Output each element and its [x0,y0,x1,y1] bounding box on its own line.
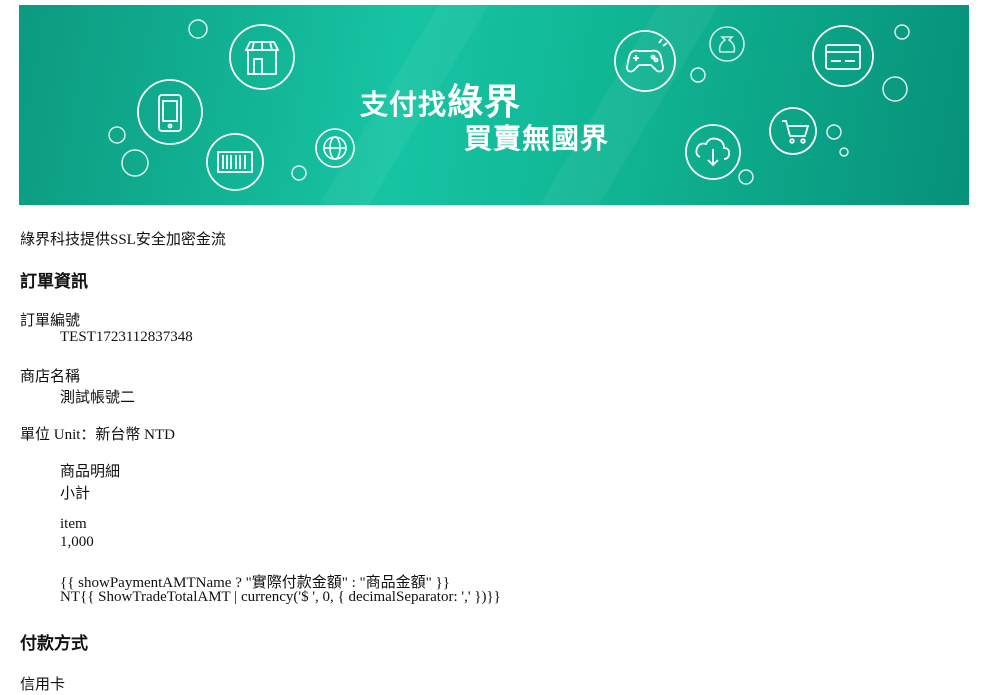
banner-slogan-prefix: 支付找 [360,88,448,121]
deco-circle [738,169,754,185]
barcode-icon [206,133,264,191]
item-amount: 1,000 [60,534,94,550]
currency-unit: 單位 Unit：新台幣 NTD [20,427,175,443]
credit-card-icon [812,25,874,87]
order-info-heading: 訂單資訊 [20,272,88,292]
item-name: item [60,516,87,532]
deco-circle [121,149,149,177]
banner-slogan-line2: 買賣無國界 [464,122,610,155]
deco-circle [690,67,706,83]
total-amount-value: NT{{ ShowTradeTotalAMT | currency('$ ', … [60,589,501,605]
globe-icon [315,128,355,168]
deco-circle [108,126,126,144]
order-number-value: TEST1723112837348 [60,329,193,345]
deco-circle [894,24,910,40]
deco-circle [839,147,849,157]
ssl-notice: 綠界科技提供SSL安全加密金流 [20,232,226,248]
deco-circle [882,76,908,102]
payment-method-credit-card[interactable]: 信用卡 [20,673,65,694]
deco-circle [826,124,842,140]
deco-circle [188,19,208,39]
store-name-value: 測試帳號二 [60,390,136,406]
deco-circle [291,165,307,181]
phone-icon [137,79,203,145]
store-icon [229,24,295,90]
shopping-cart-icon [769,107,817,155]
store-name-label: 商店名稱 [20,369,81,385]
item-detail-header: 商品明細 [60,464,121,480]
ecpay-banner: 支付找綠界 買賣無國界 [19,5,969,205]
payment-method-heading: 付款方式 [20,634,88,654]
order-number-label: 訂單編號 [20,313,81,329]
cloud-download-icon [685,124,741,180]
money-bag-icon [709,26,745,62]
subtotal-header: 小計 [60,486,91,502]
